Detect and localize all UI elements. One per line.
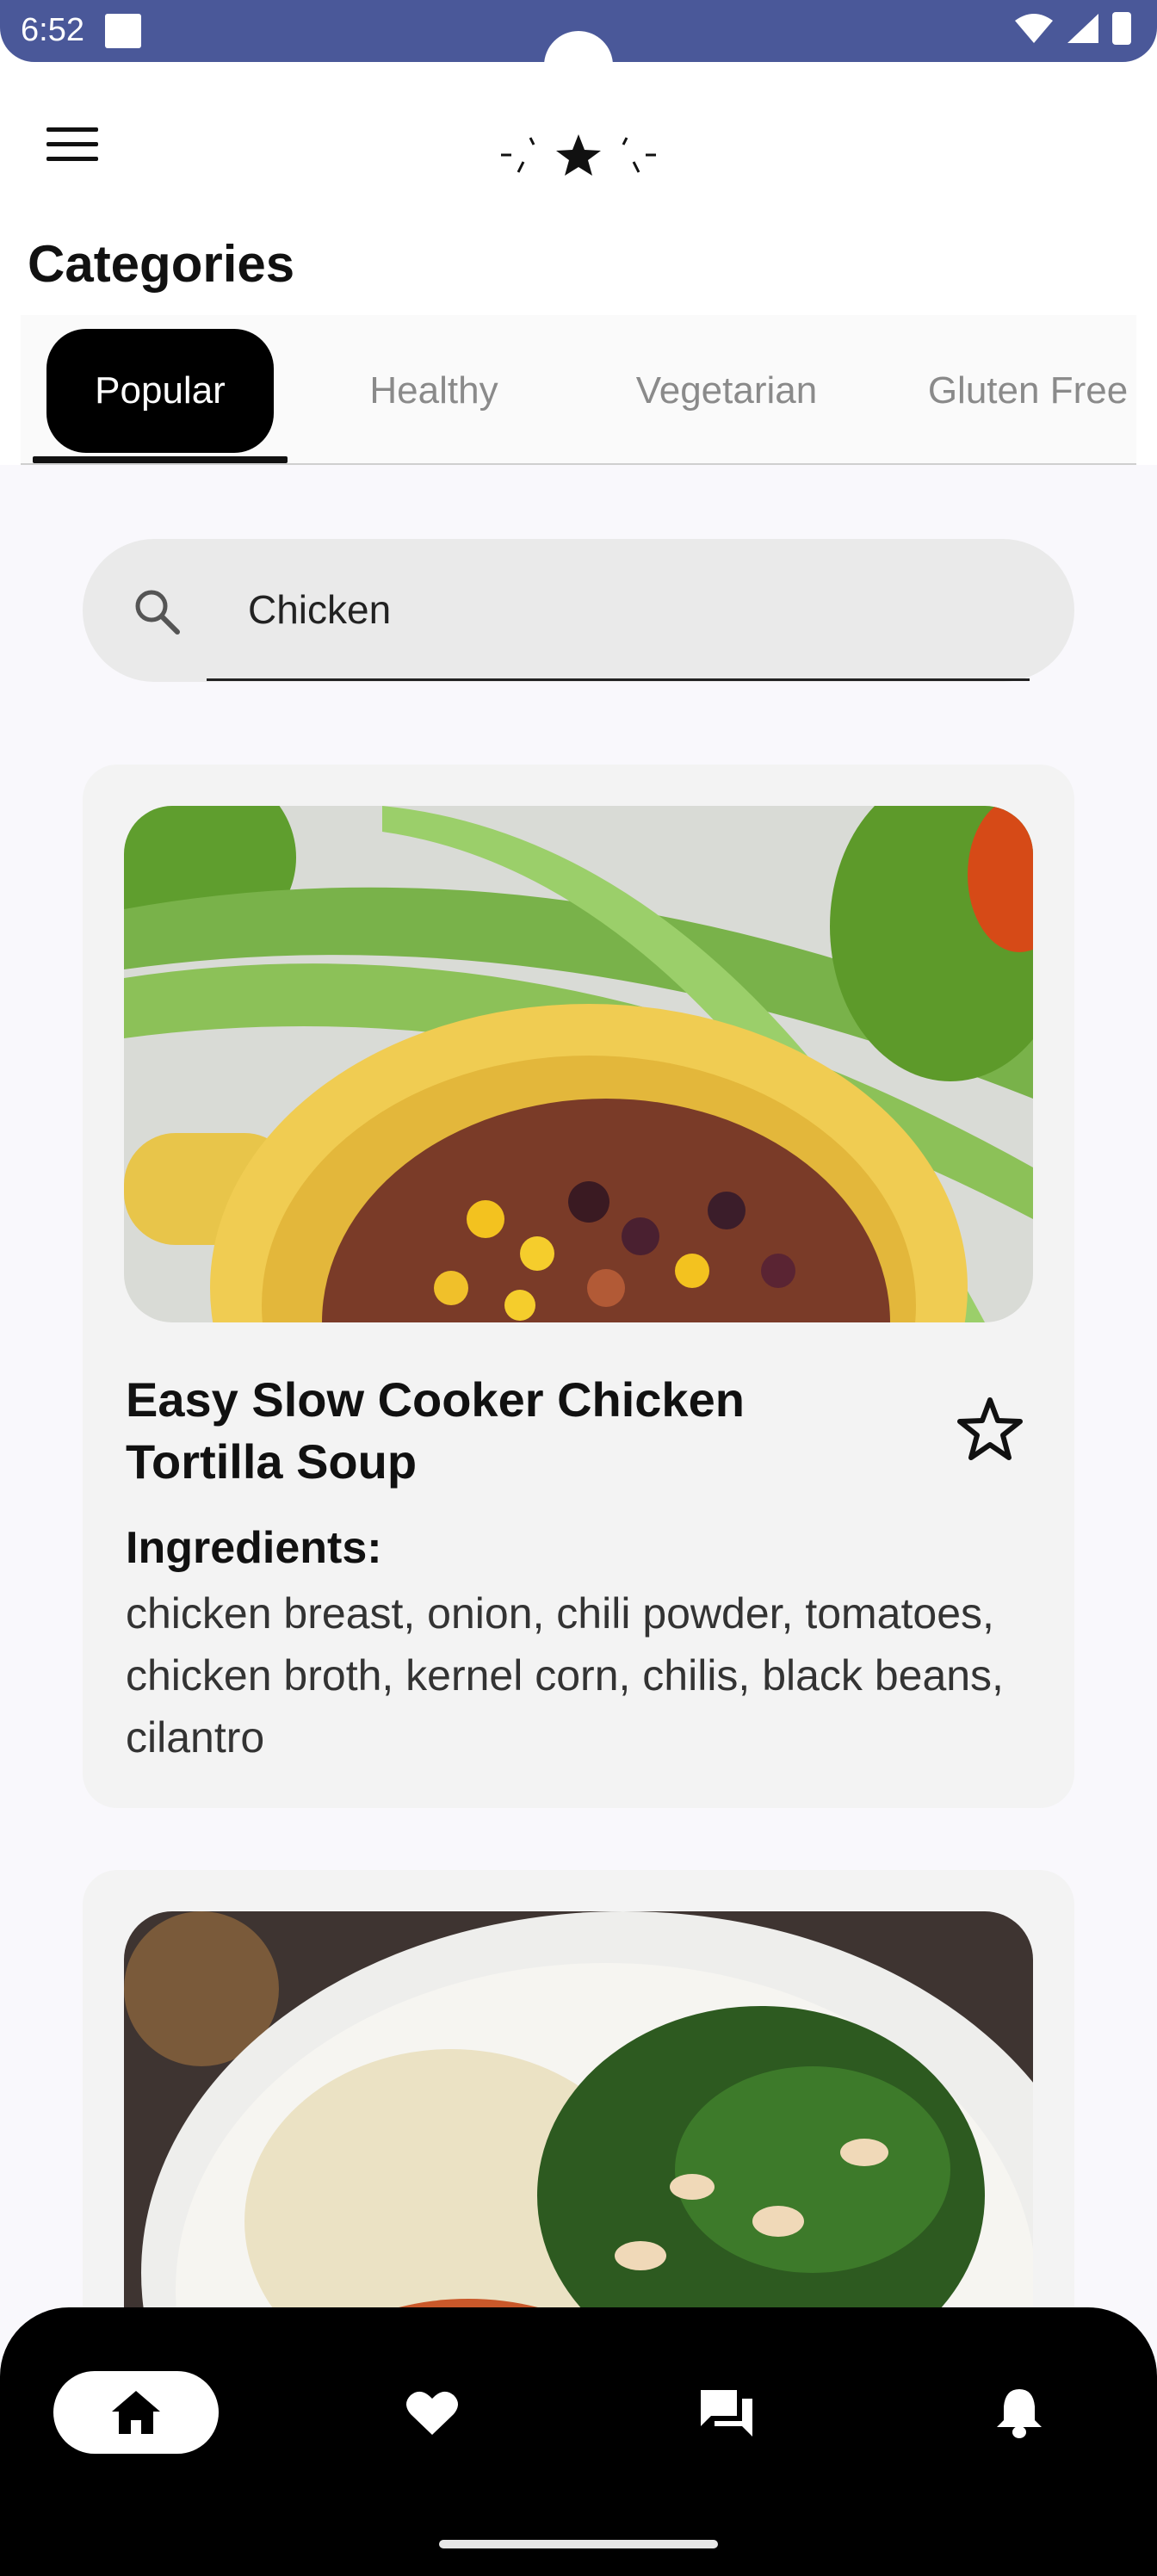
home-icon xyxy=(112,2391,160,2434)
tab-popular[interactable]: Popular xyxy=(46,329,274,453)
notification-icon xyxy=(105,14,141,48)
bell-icon xyxy=(997,2389,1042,2438)
soup-photo xyxy=(124,806,1033,1322)
nav-messages[interactable] xyxy=(685,2371,768,2454)
star-logo-icon xyxy=(501,134,656,176)
page-title: Categories xyxy=(28,235,295,293)
search-underline xyxy=(207,678,1030,681)
nav-favorites[interactable] xyxy=(391,2371,473,2454)
nav-notifications[interactable] xyxy=(978,2371,1061,2454)
wifi-icon xyxy=(1015,14,1053,43)
search-bar[interactable] xyxy=(83,539,1074,682)
heart-icon xyxy=(406,2391,458,2435)
category-tabs: Popular Healthy Vegetarian Gluten Free xyxy=(21,315,1136,465)
tab-gluten-free[interactable]: Gluten Free xyxy=(899,329,1157,453)
battery-icon xyxy=(1112,12,1131,45)
search-input[interactable] xyxy=(248,573,1023,646)
tab-vegetarian[interactable]: Vegetarian xyxy=(589,329,864,453)
status-icons xyxy=(1014,12,1131,45)
signal-icon xyxy=(1067,14,1098,43)
recipe-image xyxy=(124,806,1033,1322)
menu-icon[interactable] xyxy=(46,127,98,167)
ingredients-text: chicken breast, onion, chili powder, tom… xyxy=(126,1589,1004,1762)
search-icon xyxy=(135,590,180,635)
chat-icon xyxy=(701,2390,752,2437)
bottom-navigation xyxy=(0,2307,1157,2576)
recipe-title: Easy Slow Cooker Chicken Tortilla Soup xyxy=(126,1372,745,1489)
app-bar xyxy=(0,62,1157,234)
recipe-card[interactable]: Easy Slow Cooker Chicken Tortilla Soup I… xyxy=(83,765,1074,1808)
nav-home[interactable] xyxy=(53,2371,219,2454)
tab-indicator xyxy=(33,456,288,463)
gesture-home-indicator[interactable] xyxy=(439,2540,718,2548)
status-time: 6:52 xyxy=(21,12,84,48)
tab-healthy[interactable]: Healthy xyxy=(313,329,554,453)
star-outline-icon[interactable] xyxy=(956,1395,1024,1464)
ingredients-label: Ingredients: xyxy=(126,1523,382,1573)
